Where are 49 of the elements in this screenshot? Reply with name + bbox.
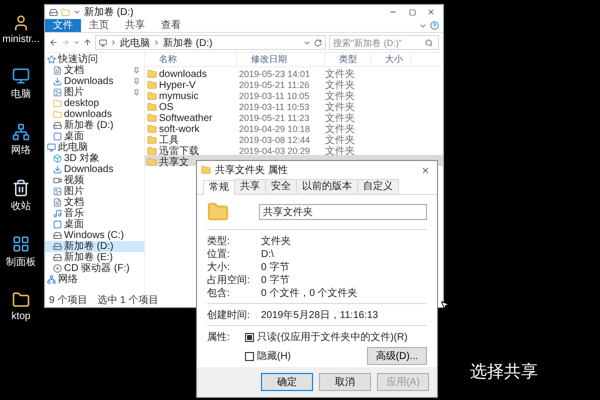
desktop-icon-label: 收站	[11, 200, 31, 213]
dialog-title: 共享文件夹 属性	[215, 164, 288, 177]
property-value: 0 个文件，0 个文件夹	[261, 286, 359, 300]
table-cell-text: 2019-05-23 14:01	[238, 69, 312, 79]
table-cell-text: 文件夹	[325, 112, 356, 124]
window-title: 新加卷 (D:)	[84, 6, 134, 19]
file-name: soft-work	[159, 124, 200, 134]
property-value: 0 字节	[261, 260, 290, 274]
file-name: Softweather	[159, 112, 212, 124]
desktop-icon-label: 网络	[11, 144, 31, 157]
table-cell-text: 2019-04-03 20:29	[238, 146, 312, 156]
table-cell-text: 文件夹	[325, 122, 356, 135]
desktop-icon-label: 电脑	[11, 88, 31, 101]
status-text: 9 个项目	[49, 294, 88, 307]
property-label: 包含:	[207, 286, 231, 300]
file-name: Hyper-V	[159, 80, 196, 90]
property-value: 文件夹	[261, 234, 292, 248]
table-cell-text: 2019-05-21 11:26	[238, 80, 310, 90]
property-value: D:\	[261, 248, 275, 260]
subtitle: 选择共享	[470, 361, 538, 383]
table-cell-text: 2019-03-11 10:53	[238, 102, 310, 112]
table-cell-text: 文件夹	[325, 144, 356, 158]
property-label: 属性:	[207, 330, 231, 344]
table-cell-text: 2019-03-11 10:05	[238, 91, 310, 101]
table-cell-text: 2019-03-08 12:44	[238, 135, 312, 145]
table-cell-text: 2019-05-21 11:23	[238, 113, 310, 123]
table-cell-text: 文件夹	[325, 90, 356, 102]
property-label: 占用空间:	[207, 274, 251, 287]
table-cell-text: 文件夹	[325, 78, 356, 91]
property-label: 创建时间:	[207, 308, 251, 322]
file-name: 共享文	[159, 156, 189, 169]
property-value: 0 字节	[261, 274, 290, 287]
property-label: 位置:	[207, 248, 231, 261]
file-name: 迅雷下载	[159, 144, 199, 157]
file-name: OS	[159, 102, 174, 112]
table-cell-text: 文件夹	[325, 68, 356, 80]
table-cell-text: 文件夹	[325, 100, 356, 113]
file-name: 工具	[159, 134, 179, 146]
property-value: 2019年5月28日，11:16:13	[261, 309, 380, 322]
property-label: 类型:	[207, 234, 231, 248]
file-name: mymusic	[159, 90, 198, 102]
file-name: downloads	[159, 68, 207, 80]
desktop-icon-label: ministr...	[2, 34, 40, 45]
status-text: 选中 1 个项目	[97, 294, 158, 307]
desktop-icon-label: 制面板	[6, 256, 36, 269]
table-cell-text: 文件夹	[325, 134, 356, 146]
desktop-icon-label: ktop	[12, 311, 30, 322]
table-cell-text: 2019-04-29 10:18	[238, 124, 312, 134]
property-label: 大小:	[207, 260, 231, 274]
